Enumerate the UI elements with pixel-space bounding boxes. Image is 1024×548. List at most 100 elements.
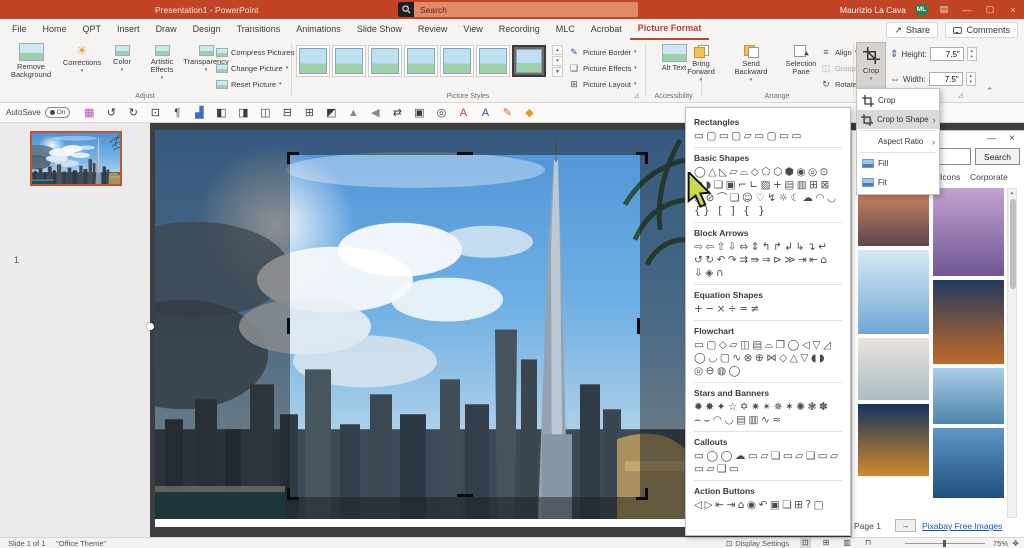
zoom-level[interactable]: 75%: [993, 539, 1008, 548]
tab-qpt[interactable]: QPT: [75, 20, 110, 39]
tab-mlc[interactable]: MLC: [548, 20, 583, 39]
fit-to-window-icon[interactable]: ❖: [1012, 539, 1019, 548]
pane-scrollbar[interactable]: ▴: [1007, 188, 1017, 518]
height-stepper[interactable]: ▴ ▾: [966, 47, 977, 61]
stock-image-4[interactable]: [858, 404, 929, 476]
shape-row[interactable]: ▭◯◯☁▭▱❏▭▱❏▭▱: [694, 450, 842, 463]
close-icon[interactable]: ×: [1006, 5, 1020, 15]
ribbon-display-options-icon[interactable]: ▤: [937, 4, 951, 15]
shape-row[interactable]: ⇨⇦⇧⇩⇔⇕↰↱↲↳↴↵: [694, 241, 842, 254]
collapse-ribbon-icon[interactable]: ⌃: [986, 86, 994, 97]
stock-image-6[interactable]: [933, 280, 1004, 364]
ribbon-button-picture-effects[interactable]: ❏ Picture Effects ▾: [568, 61, 637, 75]
ribbon-button-send-backward[interactable]: Send Backward ▾: [728, 43, 774, 83]
shape-row[interactable]: ⇩◈∩: [694, 267, 842, 280]
stock-tab-icons[interactable]: Icons: [940, 172, 960, 182]
view-button-4[interactable]: ⊓: [863, 538, 873, 548]
theme-name[interactable]: "Office Theme": [56, 539, 106, 548]
shape-row[interactable]: ▭▱❏▭: [694, 463, 842, 476]
qat-icon-15[interactable]: ⇄: [386, 104, 408, 122]
crop-handle-top-right[interactable]: [636, 152, 648, 164]
ribbon-button-compress-pictures[interactable]: Compress Pictures: [216, 45, 294, 59]
shape-row[interactable]: ▭▢◇▱◫▤⌓❐◯◁▽◿: [694, 339, 842, 352]
shape-row[interactable]: ✹✸✦☆✡✷✴✵✶✺❃✽: [694, 401, 842, 414]
stock-image-1[interactable]: [858, 188, 929, 246]
ribbon-button-artistic-effects[interactable]: Artistic Effects ▾: [140, 43, 184, 81]
spin-down-icon[interactable]: ▾: [967, 79, 975, 85]
crop-handle-bottom-right[interactable]: [636, 488, 648, 500]
qat-icon-7[interactable]: ◧: [210, 104, 232, 122]
qat-icon-3[interactable]: ↻: [122, 104, 144, 122]
crop-handle-bottom[interactable]: [457, 494, 473, 497]
pane-splitter-handle[interactable]: [147, 323, 154, 330]
ribbon-button-corrections[interactable]: ☀ Corrections ▾: [60, 43, 104, 74]
stock-image-5[interactable]: [933, 188, 1004, 276]
gallery-more-icon[interactable]: ▼: [552, 67, 563, 77]
qat-icon-2[interactable]: ↺: [100, 104, 122, 122]
qat-icon-11[interactable]: ⊞: [298, 104, 320, 122]
tab-animations[interactable]: Animations: [288, 20, 349, 39]
picture-style-3[interactable]: [368, 45, 402, 77]
menu-item-crop[interactable]: Crop: [857, 91, 939, 110]
share-button[interactable]: ↗ Share: [886, 22, 938, 38]
qat-icon-9[interactable]: ◫: [254, 104, 276, 122]
stock-tab-corporate[interactable]: Corporate: [970, 172, 1008, 182]
stock-image-2[interactable]: [858, 250, 929, 334]
shape-row[interactable]: ◯△◺▱⌓◇⬠⬡⬢◉◎⊙: [694, 166, 842, 179]
shape-row[interactable]: ⌢⌣◠◡▤▥∿≈: [694, 414, 842, 427]
crop-handle-top-left[interactable]: [287, 152, 299, 164]
crop-handle-right[interactable]: [637, 318, 640, 334]
user-name[interactable]: Maurizio La Cava: [840, 5, 906, 15]
display-settings-button[interactable]: ⊡ Display Settings: [726, 539, 789, 548]
remove-background-button[interactable]: Remove Background: [4, 43, 58, 79]
menu-item-crop-to-shape[interactable]: Crop to Shape ›: [857, 110, 939, 129]
qat-icon-8[interactable]: ◨: [232, 104, 254, 122]
restore-icon[interactable]: ▢: [983, 4, 997, 15]
shape-row[interactable]: ◎⊖◍◯: [694, 365, 842, 378]
width-field[interactable]: [928, 72, 963, 86]
ribbon-button-bring-forward[interactable]: Bring Forward ▾: [678, 43, 724, 83]
crop-handle-top[interactable]: [457, 152, 473, 155]
pane-close-icon[interactable]: ×: [1009, 133, 1015, 144]
qat-icon-17[interactable]: ◎: [430, 104, 452, 122]
qat-icon-19[interactable]: A: [474, 104, 496, 122]
shape-row[interactable]: ▭▢▭▢▱▭▢▭▭: [694, 130, 842, 143]
qat-icon-13[interactable]: ▲: [342, 104, 364, 122]
ribbon-button-reset-picture[interactable]: Reset Picture ▾: [216, 77, 294, 91]
tab-slide-show[interactable]: Slide Show: [349, 20, 410, 39]
stock-image-3[interactable]: [858, 338, 929, 400]
tab-recording[interactable]: Recording: [491, 20, 548, 39]
qat-icon-18[interactable]: A: [452, 104, 474, 122]
tab-view[interactable]: View: [455, 20, 490, 39]
gallery-up-icon[interactable]: ▴: [552, 45, 563, 55]
zoom-slider-thumb[interactable]: [943, 540, 946, 547]
picture-style-5[interactable]: [440, 45, 474, 77]
shape-row[interactable]: ◔◗❏▣⌐∟▨+▤▥⊞⊠: [694, 179, 842, 192]
tab-insert[interactable]: Insert: [109, 20, 148, 39]
view-button-3[interactable]: ▥: [841, 538, 853, 548]
avatar[interactable]: ML: [915, 3, 928, 16]
width-stepper[interactable]: ▴ ▾: [965, 72, 976, 86]
qat-icon-6[interactable]: ▟: [188, 104, 210, 122]
qat-icon-12[interactable]: ◩: [320, 104, 342, 122]
picture-style-7[interactable]: [512, 45, 546, 77]
ribbon-button-selection-pane[interactable]: Selection Pane: [778, 43, 824, 76]
view-button-2[interactable]: ⊞: [821, 538, 832, 548]
pane-minimize-icon[interactable]: —: [987, 133, 996, 143]
qat-icon-4[interactable]: ⊡: [144, 104, 166, 122]
qat-icon-10[interactable]: ⊟: [276, 104, 298, 122]
tab-home[interactable]: Home: [35, 20, 75, 39]
slide-1-thumbnail[interactable]: [30, 131, 122, 186]
picture-style-6[interactable]: [476, 45, 510, 77]
tab-acrobat[interactable]: Acrobat: [583, 20, 630, 39]
menu-item-fit[interactable]: Fit: [857, 173, 939, 192]
tab-file[interactable]: File: [4, 20, 35, 39]
ribbon-button-picture-layout[interactable]: ⊞ Picture Layout ▾: [568, 77, 637, 91]
scroll-up-icon[interactable]: ▴: [1008, 190, 1016, 196]
qat-icon-21[interactable]: ◆: [518, 104, 540, 122]
picture-styles-dialog-launcher[interactable]: ◿: [634, 92, 639, 99]
shape-row[interactable]: {} [ ] { }: [694, 205, 842, 218]
stock-search-button[interactable]: Search: [975, 148, 1020, 165]
shape-row[interactable]: ◎⊘⌒❑☺♡↯☼☾☁◠◡: [694, 192, 842, 205]
shape-row[interactable]: ↺↻↶↷⇉⇛⇒⊳≫⇥⇤⌂: [694, 254, 842, 267]
